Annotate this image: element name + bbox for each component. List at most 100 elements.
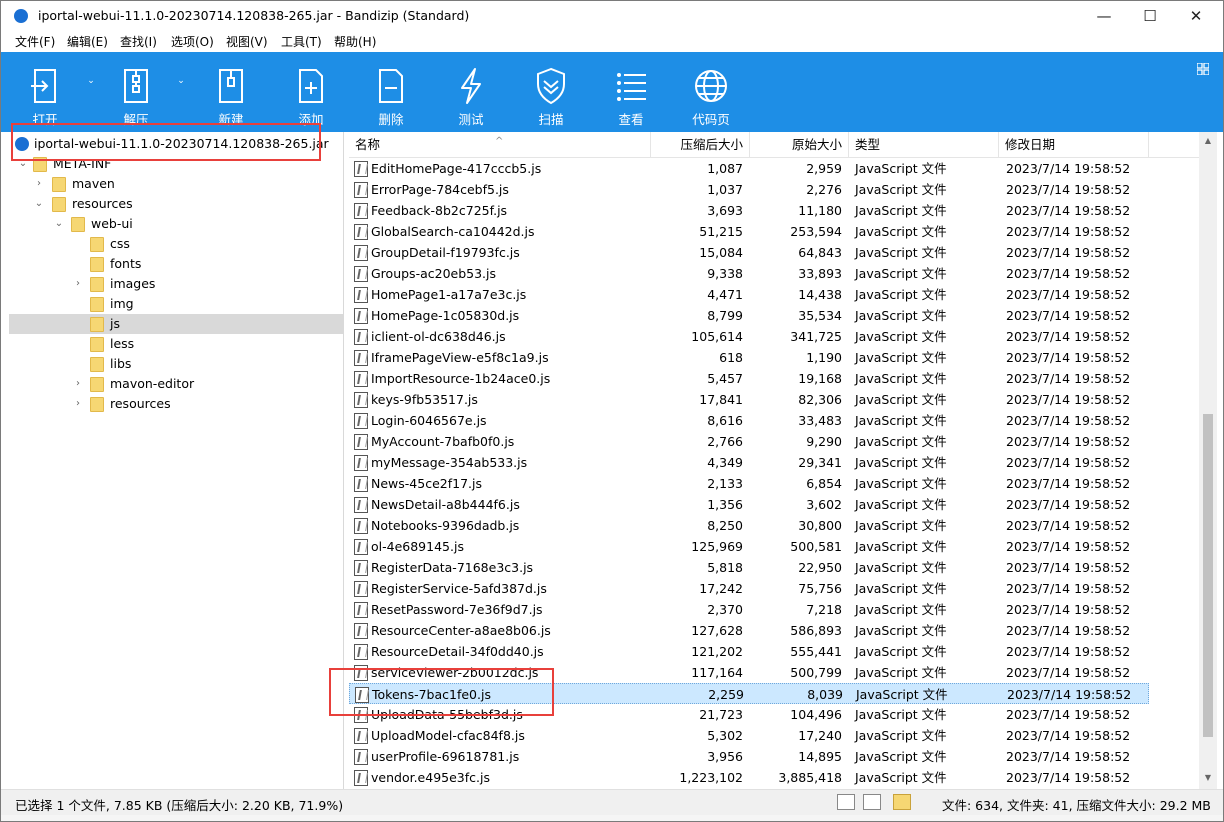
add-button[interactable]: 添加 bbox=[276, 52, 346, 132]
folder-icon bbox=[90, 357, 104, 372]
tree-item-resources-sub[interactable]: › resources bbox=[9, 394, 343, 414]
collapse-chevron-icon[interactable]: ⌄ bbox=[53, 214, 65, 234]
file-original-size: 14,895 bbox=[798, 749, 842, 764]
js-file-icon bbox=[354, 434, 368, 450]
menu-options[interactable]: 选项(O) bbox=[171, 33, 214, 50]
file-row[interactable]: GlobalSearch-ca10442d.js 51,215 253,594 Jav… bbox=[349, 221, 1149, 242]
details-view-icon[interactable] bbox=[837, 794, 855, 810]
file-row[interactable]: RegisterData-7168e3c3.js 5,818 22,950 JavaS… bbox=[349, 557, 1149, 578]
column-header-name[interactable]: 名称 ^ bbox=[349, 132, 651, 158]
view-label: 查看 bbox=[618, 112, 644, 127]
file-modified-date: 2023/7/14 19:58:52 bbox=[1006, 203, 1131, 218]
file-row[interactable]: News-45ce2f17.js 2,133 6,854 JavaScript 文件 2… bbox=[349, 473, 1149, 494]
file-row[interactable]: Login-6046567e.js 8,616 33,483 JavaScript 文… bbox=[349, 410, 1149, 431]
file-row[interactable]: myMessage-354ab533.js 4,349 29,341 JavaScri… bbox=[349, 452, 1149, 473]
menu-tools[interactable]: 工具(T) bbox=[281, 33, 322, 50]
file-name: ResourceCenter-a8ae8b06.js bbox=[371, 623, 551, 638]
file-row[interactable]: ResourceCenter-a8ae8b06.js 127,628 586,893… bbox=[349, 620, 1149, 641]
file-type: JavaScript 文件 bbox=[855, 476, 947, 491]
collapse-chevron-icon[interactable]: ⌄ bbox=[33, 194, 45, 214]
delete-file-icon bbox=[379, 69, 403, 103]
tree-item-css[interactable]: css bbox=[9, 234, 343, 254]
column-header-modified[interactable]: 修改日期 bbox=[999, 132, 1149, 158]
column-header-original[interactable]: 原始大小 bbox=[750, 132, 849, 158]
file-row[interactable]: ol-4e689145.js 125,969 500,581 JavaScript 文… bbox=[349, 536, 1149, 557]
view-button[interactable]: 查看 bbox=[596, 52, 666, 132]
expand-chevron-icon[interactable]: › bbox=[72, 394, 84, 414]
file-row[interactable]: HomePage-1c05830d.js 8,799 35,534 JavaScrip… bbox=[349, 305, 1149, 326]
extract-dropdown-chevron-icon[interactable]: ⌄ bbox=[175, 76, 187, 86]
file-modified-date: 2023/7/14 19:58:52 bbox=[1006, 749, 1131, 764]
scan-button[interactable]: 扫描 bbox=[516, 52, 586, 132]
test-button[interactable]: 测试 bbox=[436, 52, 506, 132]
layout-grid-icon[interactable] bbox=[1197, 63, 1209, 75]
menu-edit[interactable]: 编辑(E) bbox=[67, 33, 108, 50]
file-original-size: 29,341 bbox=[798, 455, 842, 470]
open-dropdown-chevron-icon[interactable]: ⌄ bbox=[85, 76, 97, 86]
expand-chevron-icon[interactable]: › bbox=[72, 274, 84, 294]
file-original-size: 75,756 bbox=[798, 581, 842, 596]
file-original-size: 33,893 bbox=[798, 266, 842, 281]
expand-chevron-icon[interactable]: › bbox=[72, 374, 84, 394]
column-header-compressed[interactable]: 压缩后大小 bbox=[651, 132, 750, 158]
js-file-icon bbox=[354, 308, 368, 324]
file-row[interactable]: ImportResource-1b24ace0.js 5,457 19,168 Jav… bbox=[349, 368, 1149, 389]
file-row[interactable]: vendor.e495e3fc.js 1,223,102 3,885,418 Java… bbox=[349, 767, 1149, 788]
preview-view-icon[interactable] bbox=[863, 794, 881, 810]
tree-item-img[interactable]: img bbox=[9, 294, 343, 314]
file-row[interactable]: ResourceDetail-34f0dd40.js 121,202 555,441… bbox=[349, 641, 1149, 662]
scroll-up-arrow-icon[interactable]: ▲ bbox=[1199, 132, 1217, 150]
file-row[interactable]: RegisterService-5afd387d.js 17,242 75,756 J… bbox=[349, 578, 1149, 599]
file-row[interactable]: ErrorPage-784cebf5.js 1,037 2,276 JavaScrip… bbox=[349, 179, 1149, 200]
file-row[interactable]: MyAccount-7bafb0f0.js 2,766 9,290 JavaScrip… bbox=[349, 431, 1149, 452]
file-row[interactable]: NewsDetail-a8b444f6.js 1,356 3,602 JavaScri… bbox=[349, 494, 1149, 515]
file-row[interactable]: keys-9fb53517.js 17,841 82,306 JavaScript 文… bbox=[349, 389, 1149, 410]
file-row[interactable]: HomePage1-a17a7e3c.js 4,471 14,438 JavaScri… bbox=[349, 284, 1149, 305]
file-row[interactable]: userProfile-69618781.js 3,956 14,895 JavaSc… bbox=[349, 746, 1149, 767]
file-name: News-45ce2f17.js bbox=[371, 476, 482, 491]
minimize-button[interactable]: — bbox=[1081, 1, 1127, 31]
close-button[interactable]: ✕ bbox=[1173, 1, 1219, 31]
menu-find[interactable]: 查找(I) bbox=[120, 33, 157, 50]
column-header-type[interactable]: 类型 bbox=[849, 132, 999, 158]
file-type: JavaScript 文件 bbox=[855, 560, 947, 575]
tree-item-resources[interactable]: ⌄ resources bbox=[9, 194, 343, 214]
vertical-scrollbar[interactable]: ▲ ▼ bbox=[1199, 132, 1217, 789]
tree-item-web-ui[interactable]: ⌄ web-ui bbox=[9, 214, 343, 234]
file-row[interactable]: Feedback-8b2c725f.js 3,693 11,180 JavaScrip… bbox=[349, 200, 1149, 221]
file-row[interactable]: GroupDetail-f19793fc.js 15,084 64,843 JavaS… bbox=[349, 242, 1149, 263]
archive-info-icon[interactable] bbox=[893, 794, 911, 810]
expand-chevron-icon[interactable]: › bbox=[33, 174, 45, 194]
menu-help[interactable]: 帮助(H) bbox=[334, 33, 376, 50]
file-row[interactable]: UploadModel-cfac84f8.js 5,302 17,240 JavaSc… bbox=[349, 725, 1149, 746]
scrollbar-thumb[interactable] bbox=[1203, 414, 1213, 737]
tree-item-less[interactable]: less bbox=[9, 334, 343, 354]
file-original-size: 3,602 bbox=[806, 497, 842, 512]
scroll-down-arrow-icon[interactable]: ▼ bbox=[1199, 769, 1217, 787]
file-row[interactable]: EditHomePage-417cccb5.js 1,087 2,959 JavaSc… bbox=[349, 158, 1149, 179]
codepage-button[interactable]: 代码页 bbox=[676, 52, 746, 132]
tree-item-mavon-editor[interactable]: › mavon-editor bbox=[9, 374, 343, 394]
maximize-button[interactable]: ☐ bbox=[1127, 1, 1173, 31]
menu-file[interactable]: 文件(F) bbox=[15, 33, 55, 50]
file-compressed-size: 8,799 bbox=[707, 308, 743, 323]
globe-icon bbox=[695, 70, 727, 102]
file-row[interactable]: Notebooks-9396dadb.js 8,250 30,800 JavaScri… bbox=[349, 515, 1149, 536]
tree-item-libs[interactable]: libs bbox=[9, 354, 343, 374]
tree-item-maven[interactable]: › maven bbox=[9, 174, 343, 194]
menu-view[interactable]: 视图(V) bbox=[226, 33, 268, 50]
file-row[interactable]: ResetPassword-7e36f9d7.js 2,370 7,218 JavaS… bbox=[349, 599, 1149, 620]
file-row[interactable]: IframePageView-e5f8c1a9.js 618 1,190 JavaSc… bbox=[349, 347, 1149, 368]
file-row[interactable]: Groups-ac20eb53.js 9,338 33,893 JavaScript … bbox=[349, 263, 1149, 284]
tree-item-fonts[interactable]: fonts bbox=[9, 254, 343, 274]
file-row[interactable]: iclient-ol-dc638d46.js 105,614 341,725 Java… bbox=[349, 326, 1149, 347]
window-title: iportal-webui-11.1.0-20230714.120838-265… bbox=[38, 8, 470, 23]
file-original-size: 586,893 bbox=[790, 623, 842, 638]
delete-button[interactable]: 删除 bbox=[356, 52, 426, 132]
tree-item-images[interactable]: › images bbox=[9, 274, 343, 294]
extract-button[interactable]: 解压 bbox=[101, 52, 171, 132]
open-button[interactable]: 打开 bbox=[10, 52, 80, 132]
tree-item-js[interactable]: js bbox=[9, 314, 343, 334]
new-archive-button[interactable]: 新建 bbox=[196, 52, 266, 132]
file-name: keys-9fb53517.js bbox=[371, 392, 478, 407]
